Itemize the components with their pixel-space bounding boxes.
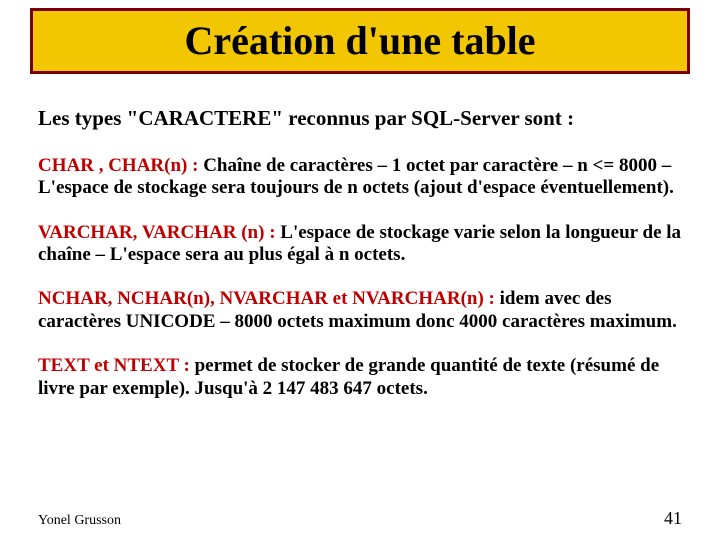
term-varchar: VARCHAR, VARCHAR (n) : [38,222,276,243]
paragraph-char: CHAR , CHAR(n) : Chaîne de caractères – … [38,155,686,200]
slide: Création d'une table Les types "CARACTER… [0,0,720,540]
paragraph-text: TEXT et NTEXT : permet de stocker de gra… [38,355,686,400]
term-text: TEXT et NTEXT : [38,355,190,376]
title-box: Création d'une table [30,8,690,74]
paragraph-varchar: VARCHAR, VARCHAR (n) : L'espace de stock… [38,222,686,267]
term-char: CHAR , CHAR(n) : [38,155,198,176]
term-nchar: NCHAR, NCHAR(n), NVARCHAR et NVARCHAR(n)… [38,288,495,309]
slide-title: Création d'une table [184,21,535,61]
footer-author: Yonel Grusson [38,513,121,529]
intro-text: Les types "CARACTERE" reconnus par SQL-S… [38,106,686,131]
body-content: Les types "CARACTERE" reconnus par SQL-S… [38,106,686,400]
footer-page-number: 41 [664,508,682,529]
paragraph-nchar: NCHAR, NCHAR(n), NVARCHAR et NVARCHAR(n)… [38,288,686,333]
